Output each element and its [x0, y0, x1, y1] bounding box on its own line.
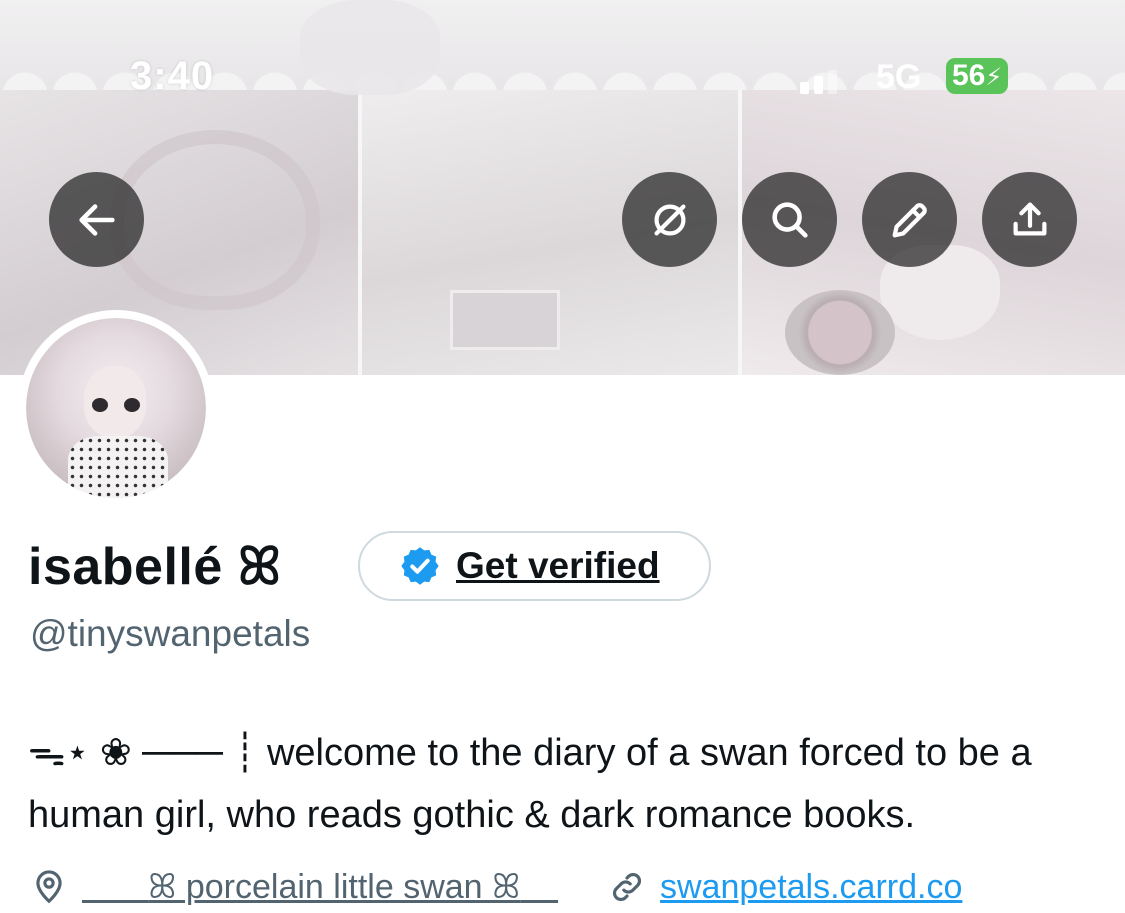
share-icon: [1013, 202, 1046, 236]
signal-strength-icon: [800, 66, 837, 94]
banner-divider: [358, 90, 362, 375]
back-arrow-icon: [78, 203, 115, 236]
profile-website[interactable]: swanpetals.carrd.co: [608, 862, 962, 912]
location-pin-icon: [36, 870, 62, 904]
banner-book: [450, 290, 560, 350]
avatar[interactable]: [18, 310, 214, 506]
banner-divider: [738, 90, 742, 375]
search-icon: [771, 201, 808, 238]
banner-compact: [785, 290, 895, 375]
get-verified-label: Get verified: [456, 545, 660, 586]
profile-bio: ᯓ⋆ ❀ ─── ┊ welcome to the diary of a swa…: [28, 732, 1032, 836]
display-name: isabellé ꕤ: [28, 537, 282, 596]
pencil-icon: [892, 202, 927, 237]
verified-badge-icon: [401, 547, 439, 585]
profile-handle: @tinyswanpetals: [30, 613, 311, 654]
banner-bow-decoration: [300, 0, 440, 95]
search-button[interactable]: [742, 172, 837, 267]
share-button[interactable]: [982, 172, 1077, 267]
avatar-image: [26, 318, 206, 498]
battery-indicator: 56⚡: [946, 58, 1009, 94]
avatar-doll-eye: [92, 398, 108, 412]
website-link[interactable]: swanpetals.carrd.co: [660, 868, 962, 907]
edit-button[interactable]: [862, 172, 957, 267]
location-text: ꕤ porcelain little swan ꕤ: [82, 868, 558, 907]
grok-icon: [653, 203, 686, 236]
status-time: 3:40: [130, 54, 215, 98]
profile-location: ꕤ porcelain little swan ꕤ: [30, 862, 558, 912]
link-icon: [613, 873, 641, 901]
back-button[interactable]: [49, 172, 144, 267]
charging-bolt-icon: ⚡: [985, 64, 1003, 91]
display-name-row: isabellé ꕤ: [28, 532, 282, 602]
network-type: 5G: [876, 58, 922, 96]
location-value: ꕤ porcelain little swan ꕤ: [148, 867, 521, 906]
avatar-doll-eye: [124, 398, 140, 412]
avatar-doll-dress: [68, 436, 168, 498]
get-verified-button[interactable]: Get verified: [358, 531, 711, 601]
grok-button[interactable]: [622, 172, 717, 267]
battery-level: 56: [952, 59, 986, 92]
